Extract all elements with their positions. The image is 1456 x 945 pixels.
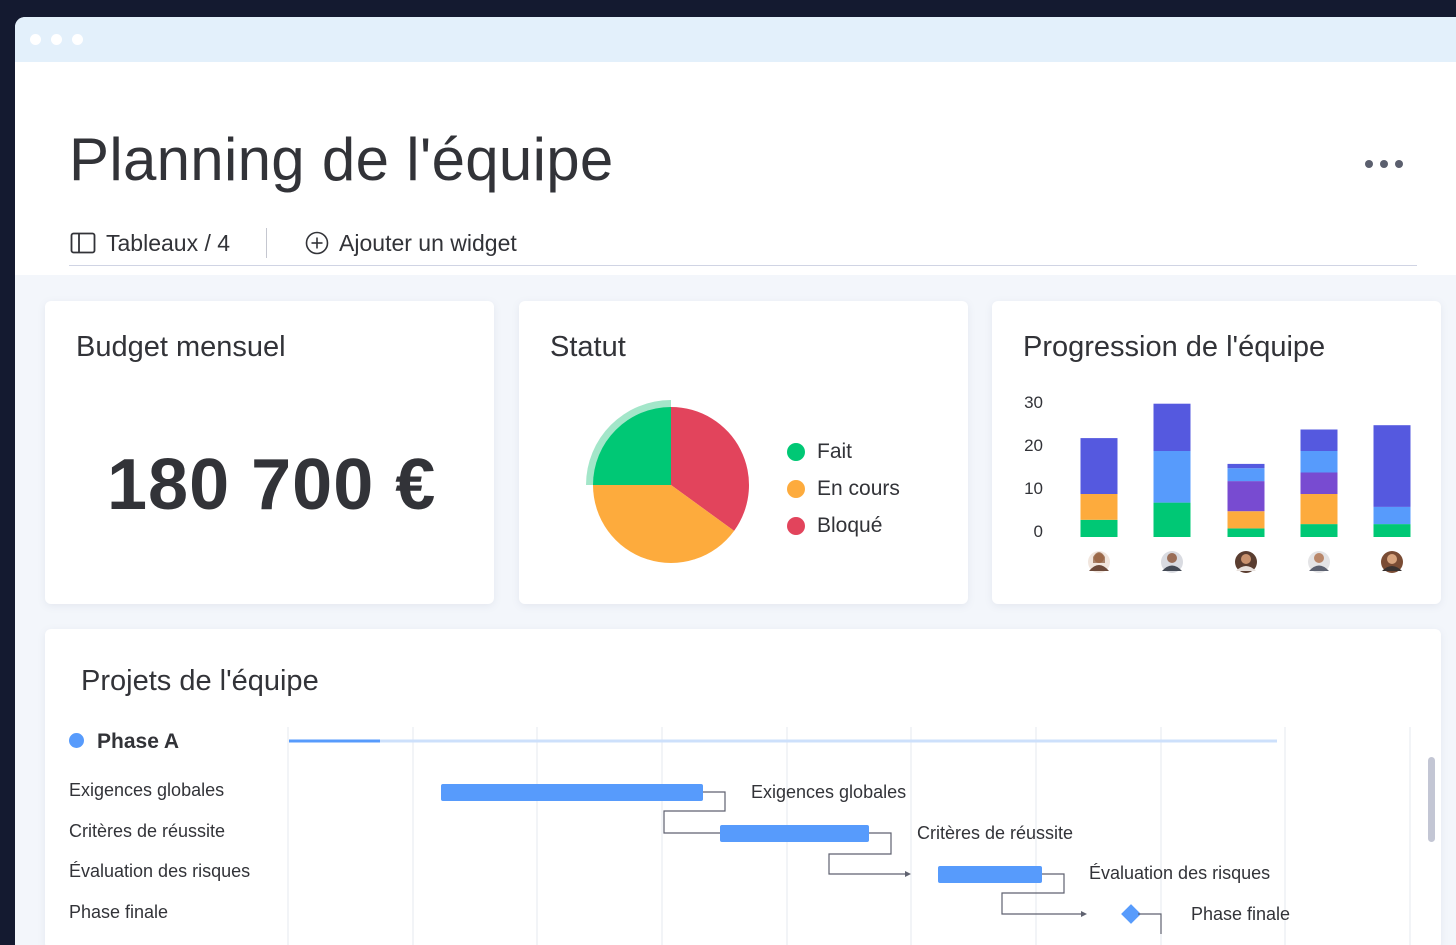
budget-widget[interactable]: Budget mensuel 180 700 € bbox=[45, 301, 494, 604]
bar-segment-3-2 bbox=[1227, 511, 1265, 529]
task-bar-1 bbox=[441, 784, 703, 801]
window-minimize-dot[interactable] bbox=[51, 34, 62, 45]
dashboard-header: Planning de l'équipe Tableaux / 4 Ajoute… bbox=[15, 62, 1456, 275]
bar-segment-1-5 bbox=[1080, 438, 1118, 494]
boards-button[interactable]: Tableaux / 4 bbox=[70, 230, 230, 257]
bar-segment-4-1 bbox=[1300, 524, 1338, 537]
board-panel-icon bbox=[70, 232, 96, 254]
legend-dot-green bbox=[787, 442, 805, 461]
budget-title: Budget mensuel bbox=[76, 331, 286, 363]
status-title: Statut bbox=[550, 331, 626, 363]
task-bar-label: Exigences globales bbox=[751, 782, 907, 802]
page-title: Planning de l'équipe bbox=[69, 126, 614, 193]
team-progress-widget[interactable]: Progression de l'équipe 30 20 10 0 bbox=[992, 301, 1441, 604]
team-projects-widget[interactable]: Projets de l'équipe Phase A Exigences gl… bbox=[45, 629, 1441, 945]
avatar-4[interactable] bbox=[1308, 551, 1330, 573]
y-tick-label: 10 bbox=[1024, 479, 1043, 498]
bar-segment-3-1 bbox=[1227, 528, 1265, 537]
avatar-1[interactable] bbox=[1088, 551, 1110, 573]
more-options-icon[interactable] bbox=[1365, 154, 1415, 174]
avatar-2[interactable] bbox=[1161, 551, 1183, 573]
projects-scrollbar[interactable] bbox=[1428, 757, 1435, 842]
header-divider bbox=[69, 265, 1417, 266]
gantt-timeline bbox=[287, 727, 1411, 945]
task-bar-label: Critères de réussite bbox=[917, 823, 1074, 843]
header-toolbar: Tableaux / 4 Ajouter un widget bbox=[70, 227, 517, 259]
milestone-diamond bbox=[1121, 904, 1141, 924]
bar-segment-3-3 bbox=[1227, 481, 1265, 512]
status-widget[interactable]: Statut Fait En cours Bloqué bbox=[519, 301, 968, 604]
bar-segment-4-4 bbox=[1300, 451, 1338, 473]
legend-item-fait: Fait bbox=[787, 433, 900, 470]
window-titlebar bbox=[15, 17, 1456, 62]
window-maximize-dot[interactable] bbox=[72, 34, 83, 45]
app-window: Planning de l'équipe Tableaux / 4 Ajoute… bbox=[15, 17, 1456, 945]
bar-segment-2-1 bbox=[1153, 502, 1191, 537]
status-pie-chart bbox=[586, 400, 749, 563]
toolbar-divider bbox=[266, 228, 268, 258]
legend-dot-red bbox=[787, 516, 805, 535]
boards-label: Tableaux / 4 bbox=[106, 229, 231, 256]
status-legend: Fait En cours Bloqué bbox=[787, 433, 900, 544]
bar-segment-5-4 bbox=[1373, 506, 1411, 525]
add-widget-button[interactable]: Ajouter un widget bbox=[305, 230, 517, 257]
bar-segment-4-3 bbox=[1300, 472, 1338, 494]
task-bar-label: Évaluation des risques bbox=[1089, 863, 1271, 883]
task-bar-3 bbox=[938, 866, 1042, 883]
bar-segment-1-2 bbox=[1080, 494, 1118, 520]
y-tick-label: 30 bbox=[1024, 393, 1043, 412]
bars-group bbox=[1080, 403, 1411, 537]
bar-segment-5-1 bbox=[1373, 524, 1411, 537]
y-tick-label: 0 bbox=[1034, 522, 1043, 541]
avatar-5[interactable] bbox=[1381, 551, 1403, 573]
y-tick-label: 20 bbox=[1024, 436, 1043, 455]
bar-segment-4-5 bbox=[1300, 429, 1338, 451]
legend-label: En cours bbox=[817, 476, 900, 500]
legend-label: Bloqué bbox=[817, 513, 883, 537]
bar-segment-3-4 bbox=[1227, 468, 1265, 482]
bar-segment-4-2 bbox=[1300, 494, 1338, 525]
bar-segment-5-5 bbox=[1373, 425, 1411, 507]
bar-segment-1-1 bbox=[1080, 519, 1118, 537]
legend-label: Fait bbox=[817, 439, 853, 463]
task-bar-label: Phase finale bbox=[1191, 904, 1291, 924]
bar-segment-2-5 bbox=[1153, 403, 1191, 451]
task-bar-2 bbox=[720, 825, 869, 842]
team-progress-bar-chart: 30 20 10 0 bbox=[1024, 393, 1411, 573]
bar-segment-2-4 bbox=[1153, 451, 1191, 503]
budget-value: 180 700 € bbox=[107, 445, 437, 525]
add-circle-icon bbox=[305, 231, 329, 255]
avatar-3[interactable] bbox=[1235, 551, 1257, 573]
legend-item-en-cours: En cours bbox=[787, 470, 900, 507]
legend-item-bloque: Bloqué bbox=[787, 507, 900, 544]
window-close-dot[interactable] bbox=[30, 34, 41, 45]
legend-dot-orange bbox=[787, 479, 805, 498]
bar-segment-3-5 bbox=[1227, 463, 1265, 469]
add-widget-label: Ajouter un widget bbox=[339, 229, 517, 256]
pie-slice-fait bbox=[593, 407, 671, 485]
